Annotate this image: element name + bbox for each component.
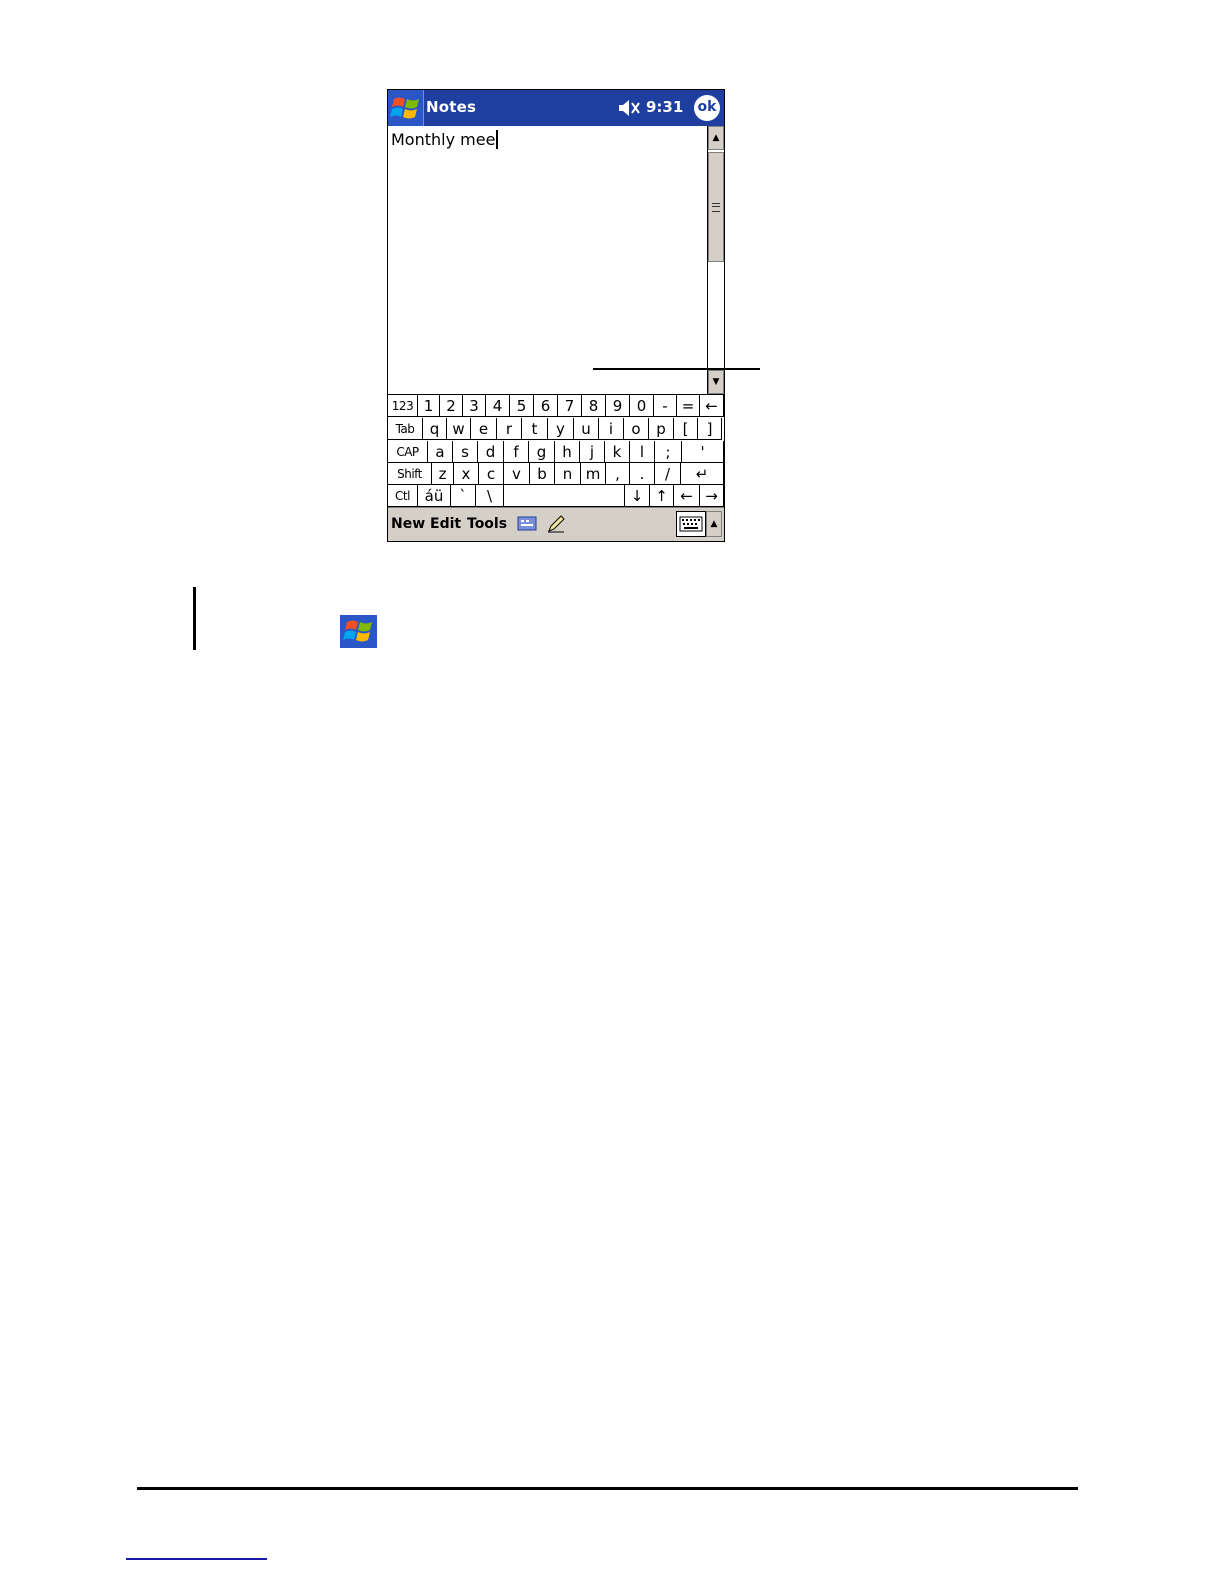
recording-icon[interactable] [517, 516, 537, 531]
key[interactable]: d [478, 441, 504, 463]
ok-button[interactable]: ok [694, 95, 720, 121]
key[interactable]: 6 [534, 395, 558, 417]
key[interactable]: \ [476, 485, 504, 507]
key[interactable]: s [453, 441, 478, 463]
key[interactable]: ↓ [625, 485, 650, 507]
key[interactable]: 3 [463, 395, 486, 417]
key[interactable]: u [574, 418, 599, 440]
grip-icon [712, 203, 720, 212]
key[interactable]: 5 [510, 395, 534, 417]
scroll-thumb[interactable] [708, 152, 724, 262]
key[interactable]: n [555, 463, 581, 485]
pen-icon[interactable] [546, 514, 566, 534]
key[interactable]: h [555, 441, 580, 463]
key[interactable]: w [447, 418, 471, 440]
key[interactable]: Shift [388, 463, 432, 485]
text-cursor [496, 130, 499, 149]
key[interactable]: , [606, 463, 630, 485]
key[interactable]: 2 [440, 395, 463, 417]
key[interactable]: m [581, 463, 606, 485]
key[interactable]: 7 [558, 395, 582, 417]
menu-new[interactable]: New [391, 516, 425, 532]
windows-flag-icon [390, 97, 419, 119]
key[interactable]: y [548, 418, 574, 440]
key[interactable]: = [677, 395, 700, 417]
soft-keyboard: 123 1 2 3 4 5 6 7 8 9 0- = ← Tab q w e r t y u i o p[] CAP a s d f… [388, 394, 724, 508]
input-panel-button[interactable] [676, 511, 706, 537]
key[interactable]: Ctl [388, 485, 418, 507]
key[interactable]: j [580, 441, 605, 463]
key[interactable]: 9 [606, 395, 630, 417]
footer-rule [137, 1487, 1078, 1490]
key[interactable]: ; [655, 441, 682, 463]
app-title: Notes [426, 98, 477, 116]
speaker-muted-icon[interactable] [617, 98, 641, 118]
key[interactable]: ↑ [650, 485, 674, 507]
keyboard-icon [679, 516, 703, 532]
note-margin-bar [193, 587, 196, 650]
title-bar: Notes 9:31 ok [388, 90, 724, 126]
key[interactable]: t [522, 418, 548, 440]
vertical-scrollbar[interactable]: ▲ ▼ [707, 126, 724, 394]
key[interactable]: áü [418, 485, 451, 507]
key[interactable]: ← [700, 395, 724, 417]
key[interactable]: 123 [388, 395, 418, 417]
start-icon [340, 615, 377, 648]
menu-bar: New Edit Tools ▲ [388, 507, 724, 541]
start-button[interactable] [388, 90, 424, 126]
menu-edit[interactable]: Edit [430, 516, 461, 532]
key[interactable]: - [654, 395, 677, 417]
input-method-arrow[interactable]: ▲ [706, 511, 722, 537]
key[interactable]: e [471, 418, 497, 440]
key[interactable]: 8 [582, 395, 606, 417]
clock[interactable]: 9:31 [646, 98, 683, 116]
key-space[interactable] [504, 485, 625, 507]
menu-tools[interactable]: Tools [467, 516, 507, 532]
keyboard-row-2: Tab q w e r t y u i o p[] [388, 418, 724, 441]
key[interactable]: k [605, 441, 630, 463]
callout-line [593, 368, 760, 370]
key[interactable]: q [423, 418, 447, 440]
key[interactable]: b [530, 463, 555, 485]
note-content[interactable]: Monthly mee [391, 130, 499, 149]
key[interactable]: a [428, 441, 453, 463]
windows-flag-icon [340, 615, 377, 648]
key[interactable]: 0 [630, 395, 654, 417]
key[interactable]: p [649, 418, 674, 440]
scroll-down-button[interactable]: ▼ [708, 370, 724, 394]
key[interactable]: c [479, 463, 504, 485]
key[interactable]: ← [674, 485, 700, 507]
key[interactable]: Tab [388, 418, 423, 440]
keyboard-row-3: CAP a s d f g h j k l; ' [388, 441, 724, 464]
key[interactable]: ↵ [681, 463, 724, 485]
note-editor[interactable]: Monthly mee meeting [388, 126, 707, 427]
key[interactable]: ' [682, 441, 724, 463]
key[interactable]: → [700, 485, 724, 507]
scroll-up-button[interactable]: ▲ [708, 126, 724, 150]
footer-link-underline [126, 1558, 267, 1560]
key[interactable]: g [529, 441, 555, 463]
key[interactable]: ] [698, 418, 722, 440]
note-text: Monthly mee [391, 130, 496, 149]
keyboard-row-4: Shift z x c v b n m,. / ↵ [388, 463, 724, 486]
key[interactable]: v [504, 463, 530, 485]
keyboard-row-5: Ctl áü ` \ ↓ ↑ ← → [388, 485, 724, 508]
key[interactable]: i [599, 418, 624, 440]
key[interactable]: . [630, 463, 655, 485]
key[interactable]: CAP [388, 441, 428, 463]
key[interactable]: ` [451, 485, 476, 507]
key[interactable]: o [624, 418, 649, 440]
keyboard-row-1: 123 1 2 3 4 5 6 7 8 9 0- = ← [388, 395, 724, 418]
key[interactable]: 1 [418, 395, 440, 417]
key[interactable]: [ [674, 418, 698, 440]
pocketpc-screen: Notes 9:31 ok Monthly mee meeting ▲ ▼ 12… [387, 89, 725, 542]
key[interactable]: 4 [486, 395, 510, 417]
key[interactable]: f [504, 441, 529, 463]
key[interactable]: l [630, 441, 655, 463]
key[interactable]: x [454, 463, 479, 485]
key[interactable]: / [655, 463, 681, 485]
key[interactable]: r [497, 418, 522, 440]
key[interactable]: z [432, 463, 454, 485]
